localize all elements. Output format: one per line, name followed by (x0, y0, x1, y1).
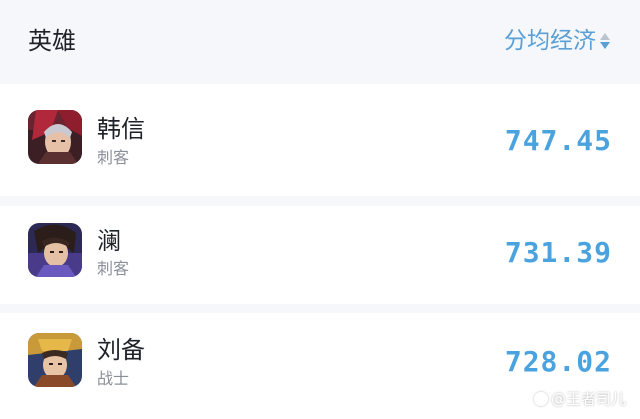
column-header-hero: 英雄 (28, 27, 76, 55)
list-item[interactable]: 韩信 刺客 747.45 (0, 84, 640, 196)
hero-name: 韩信 (97, 115, 145, 143)
sort-toggle-icon (600, 33, 612, 49)
hero-role: 战士 (97, 369, 130, 388)
hero-role: 刺客 (97, 259, 130, 278)
watermark-text: @王者司儿 (550, 390, 626, 408)
hero-name: 刘备 (97, 336, 145, 364)
list-header: 英雄 分均经济 (0, 0, 640, 84)
sort-by-gold-button[interactable]: 分均经济 (504, 24, 612, 58)
hero-avatar (28, 223, 82, 277)
watermark-logo-icon (533, 391, 548, 406)
hero-role: 刺客 (97, 148, 130, 167)
list-item[interactable]: 澜 刺客 731.39 (0, 206, 640, 304)
gold-per-minute-value: 728.02 (504, 345, 612, 378)
hero-name: 澜 (97, 227, 121, 255)
hero-avatar (28, 333, 82, 387)
column-header-gold-per-minute: 分均经济 (504, 28, 596, 54)
gold-per-minute-value: 747.45 (504, 124, 612, 157)
gold-per-minute-value: 731.39 (504, 236, 612, 269)
hero-avatar (28, 110, 82, 164)
watermark: @王者司儿 (533, 388, 626, 409)
